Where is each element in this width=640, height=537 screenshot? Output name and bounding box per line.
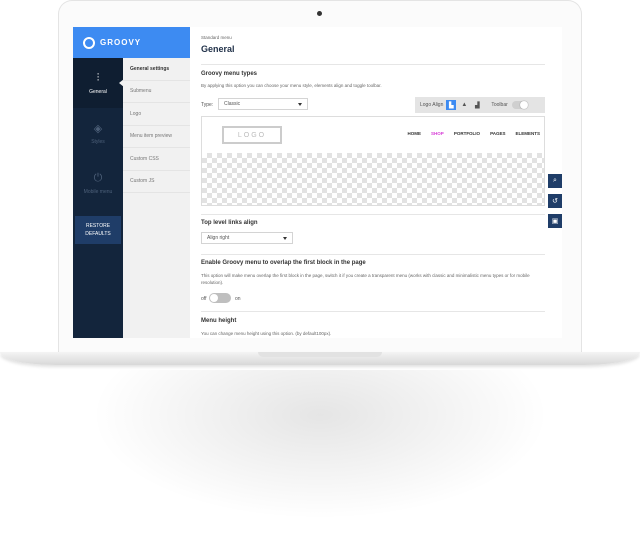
nav-item-label: General [89,88,107,95]
subnav-item-custom-css[interactable]: Custom CSS [123,148,190,171]
main-content: Standard menu General Groovy menu types … [190,27,562,338]
align-right-icon[interactable]: ▟ [472,100,482,110]
logo-align-group: Logo Align ▙ ▲ ▟ Toolbar [415,97,545,113]
links-align-value: Align right [207,235,230,241]
subnav-item-general-settings[interactable]: General settings [123,58,190,81]
toolbar-toggle[interactable] [511,101,528,109]
search-icon[interactable]: ⌕ [548,174,562,188]
toggle-knob [519,101,528,109]
divider [201,214,545,215]
chevron-down-icon [298,103,302,106]
brand-bar[interactable]: GROOVY [73,27,190,58]
toolbar-label: Toolbar [491,102,508,108]
overlap-description: This option will make menu overlap the f… [201,273,530,285]
restore-defaults-button[interactable]: RESTORE DEFAULTS [75,216,121,244]
align-left-icon[interactable]: ▙ [446,100,457,110]
sliders-icon: ⫶ [96,71,100,84]
main-nav: ⫶ General ◈ Styles ⏻ Mobile menu RESTORE… [73,58,124,338]
breadcrumb[interactable]: Standard menu [201,35,232,40]
reset-icon[interactable]: ↺ [548,194,562,208]
preview-logo: LOGO [222,126,282,144]
menu-height-description: You can change menu height using this op… [201,331,332,336]
preview-menu-item-home: HOME [407,131,422,136]
overlap-on-label: on [235,296,241,302]
menu-types-heading: Groovy menu types [201,71,258,77]
laptop-notch [258,352,382,357]
preview-menu-item-elements: ELEMENTS [515,131,540,136]
page-title: General [201,44,235,54]
subnav-item-menu-item-preview[interactable]: Menu item preview [123,126,190,148]
links-align-select[interactable]: Align right [201,232,293,244]
subnav-item-submenu[interactable]: Submenu [123,81,190,103]
preview-menu: HOME SHOP PORTFOLIO PAGES ELEMENTS [398,131,540,136]
laptop-shadow [90,370,550,520]
menu-height-heading: Menu height [201,318,237,324]
menu-type-select[interactable]: Classic [218,98,308,110]
power-icon: ⏻ [93,171,103,184]
groovy-logo-icon [83,36,95,49]
nav-item-styles[interactable]: ◈ Styles [73,108,123,158]
toggle-knob [210,294,218,302]
brand-name: GROOVY [100,38,142,47]
nav-item-mobile-menu[interactable]: ⏻ Mobile menu [73,158,123,208]
nav-item-label: Mobile menu [83,188,113,195]
transparent-background-preview [202,153,544,205]
nav-item-label: Styles [91,138,105,145]
subnav-item-custom-js[interactable]: Custom JS [123,171,190,193]
camera-icon [317,11,322,16]
preview-header: LOGO HOME SHOP PORTFOLIO PAGES ELEMENTS [202,117,544,153]
type-label: Type: [201,102,214,108]
divider [201,254,545,255]
align-center-icon[interactable]: ▲ [459,100,469,110]
save-icon[interactable]: ▣ [548,214,562,228]
menu-preview: LOGO HOME SHOP PORTFOLIO PAGES ELEMENTS [201,116,545,206]
layers-icon: ◈ [93,122,103,135]
links-align-heading: Top level links align [201,220,258,226]
subnav-item-logo[interactable]: Logo [123,103,190,126]
app-screen: GROOVY ⫶ General ◈ Styles ⏻ Mobile menu … [73,27,562,338]
logo-align-label: Logo Align [420,102,444,108]
overlap-toggle[interactable] [209,293,231,303]
overlap-off-label: off [201,296,207,302]
menu-type-value: Classic [224,101,241,107]
sub-nav: General settings Submenu Logo Menu item … [123,58,190,338]
menu-types-description: By applying this option you can choose y… [201,83,382,88]
divider [201,64,545,65]
nav-item-general[interactable]: ⫶ General [73,58,124,108]
chevron-down-icon [283,237,287,240]
overlap-heading: Enable Groovy menu to overlap the first … [201,260,366,266]
preview-menu-item-shop: SHOP [431,131,444,136]
divider [201,311,545,312]
preview-menu-item-portfolio: PORTFOLIO [453,131,481,136]
preview-menu-item-pages: PAGES [490,131,506,136]
